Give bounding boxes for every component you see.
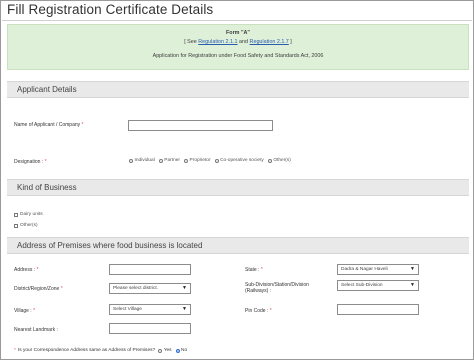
- page-title: Fill Registration Certificate Details: [7, 2, 214, 17]
- form-title: Form "A": [226, 30, 250, 36]
- checkbox-icon[interactable]: [14, 212, 18, 217]
- address-input[interactable]: [109, 264, 191, 275]
- designation-label-text: Designation :: [14, 159, 44, 165]
- district-select[interactable]: Please select district. ▼: [109, 283, 191, 294]
- radio-icon[interactable]: [158, 158, 163, 163]
- state-label-text: State :: [245, 267, 260, 273]
- regulation-link-2-1-1[interactable]: Regulation 2.1.1: [198, 39, 237, 45]
- application-text: Application for Registration under Food …: [152, 53, 324, 59]
- caret-down-icon: ▼: [410, 282, 415, 288]
- address-label: Address : *: [14, 267, 38, 273]
- title-divider: [2, 20, 472, 21]
- state-select-value: Dadra & Nagar Haveli: [341, 267, 388, 272]
- subdivision-label: Sub-Division/Station/Division (Railways)…: [245, 282, 309, 294]
- ref-open: [ See: [184, 39, 199, 45]
- pincode-input[interactable]: [337, 304, 419, 315]
- pincode-label: Pin Code : *: [245, 308, 272, 314]
- designation-option-others[interactable]: Other(s): [267, 158, 291, 163]
- form-banner: Form "A" [ See Regulation 2.1.1 and Regu…: [7, 24, 469, 70]
- section-kind-of-business: Kind of Business: [7, 179, 469, 196]
- designation-label: Designation : *: [14, 159, 47, 165]
- checkbox-icon[interactable]: [14, 223, 18, 228]
- designation-option-proprietor[interactable]: Proprietor: [184, 158, 211, 163]
- caret-down-icon: ▼: [410, 266, 415, 272]
- village-label: Village : *: [14, 308, 35, 314]
- regulation-reference: [ See Regulation 2.1.1 and Regulation 2.…: [8, 39, 468, 45]
- radio-icon[interactable]: [184, 158, 189, 163]
- correspondence-yes-option[interactable]: Yes: [158, 348, 172, 353]
- district-label-text: District/Region/Zone: [14, 286, 60, 292]
- district-select-value: Please select district.: [113, 286, 159, 291]
- subdivision-label-line2: (Railways) :: [245, 288, 272, 294]
- ref-close: ]: [288, 39, 292, 45]
- district-label: District/Region/Zone *: [14, 286, 63, 292]
- required-mark: *: [44, 159, 47, 165]
- business-option-dairy[interactable]: Dairy units: [14, 212, 43, 217]
- correspondence-yes-label: Yes: [163, 348, 172, 353]
- required-mark: *: [260, 267, 263, 273]
- required-mark: *: [33, 308, 36, 314]
- landmark-input[interactable]: [109, 323, 191, 334]
- required-mark: *: [14, 348, 16, 353]
- required-mark: *: [81, 122, 84, 128]
- business-option-label: Dairy units: [20, 212, 43, 217]
- radio-icon[interactable]: [129, 158, 133, 163]
- designation-option-label: Other(s): [273, 158, 291, 163]
- correspondence-question-row: * Is your Correspondence Address same as…: [14, 348, 191, 353]
- ref-and: and: [237, 39, 250, 45]
- designation-radio-group: Individual Partner Proprietor Co-operati…: [129, 158, 295, 163]
- applicant-name-label: Name of Applicant / Company *: [14, 122, 84, 128]
- designation-option-label: Individual: [134, 158, 155, 163]
- designation-option-cooperative[interactable]: Co-operative society: [214, 158, 264, 163]
- state-label: State : *: [245, 267, 263, 273]
- applicant-name-label-text: Name of Applicant / Company: [14, 122, 81, 128]
- radio-icon[interactable]: [214, 158, 219, 163]
- business-option-label: Other(s): [20, 223, 38, 228]
- business-option-others[interactable]: Other(s): [14, 223, 38, 228]
- designation-option-label: Proprietor: [189, 158, 211, 163]
- radio-checked-icon[interactable]: [175, 348, 180, 353]
- village-label-text: Village :: [14, 308, 32, 314]
- correspondence-no-label: No: [181, 348, 188, 353]
- caret-down-icon: ▼: [182, 306, 187, 312]
- village-select-value: Select Village: [113, 307, 142, 312]
- radio-icon[interactable]: [267, 158, 272, 163]
- pincode-label-text: Pin Code :: [245, 308, 269, 314]
- radio-icon[interactable]: [158, 348, 163, 353]
- applicant-name-input[interactable]: [128, 120, 273, 131]
- regulation-link-2-1-7[interactable]: Regulation 2.1.7: [250, 39, 289, 45]
- page-frame: Fill Registration Certificate Details Fo…: [0, 0, 474, 360]
- address-label-text: Address :: [14, 267, 36, 273]
- village-select[interactable]: Select Village ▼: [109, 304, 191, 315]
- caret-down-icon: ▼: [182, 285, 187, 291]
- required-mark: *: [36, 267, 39, 273]
- designation-option-label: Partner: [164, 158, 181, 163]
- designation-option-individual[interactable]: Individual: [129, 158, 155, 163]
- subdivision-select[interactable]: Select Sub-Division ▼: [337, 280, 419, 291]
- section-premises-address: Address of Premises where food business …: [7, 237, 469, 254]
- subdivision-select-value: Select Sub-Division: [341, 283, 383, 288]
- designation-option-partner[interactable]: Partner: [158, 158, 181, 163]
- section-applicant-details: Applicant Details: [7, 81, 469, 98]
- correspondence-no-option[interactable]: No: [175, 348, 188, 353]
- required-mark: *: [60, 286, 63, 292]
- required-mark: *: [269, 308, 272, 314]
- state-select[interactable]: Dadra & Nagar Haveli ▼: [337, 264, 419, 275]
- landmark-label: Nearest Landmark :: [14, 327, 58, 333]
- designation-option-label: Co-operative society: [220, 158, 264, 163]
- correspondence-question: Is your Correspondence Address same as A…: [17, 348, 156, 353]
